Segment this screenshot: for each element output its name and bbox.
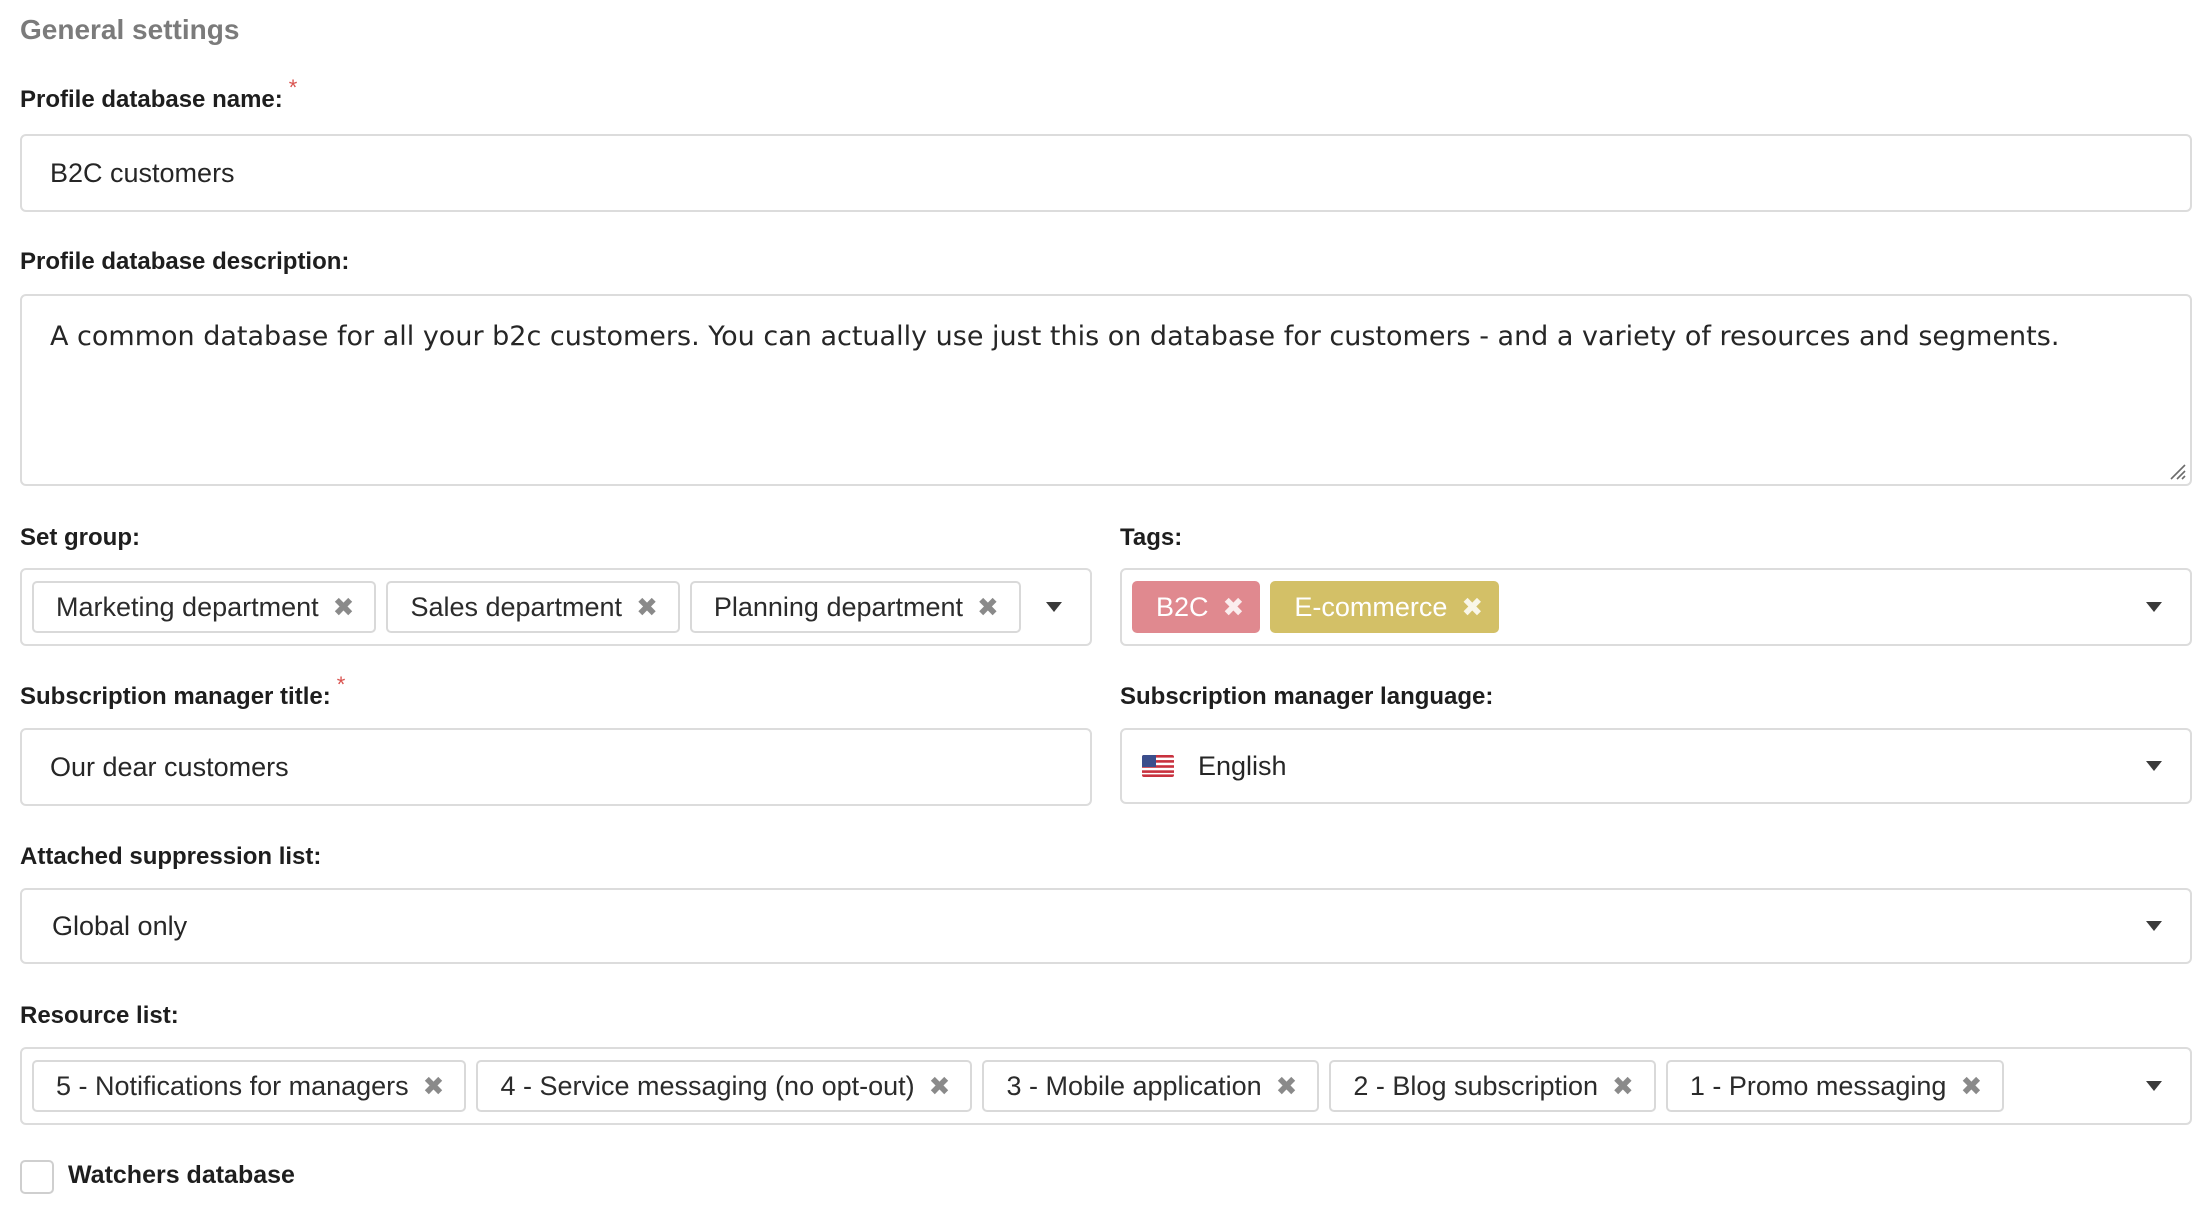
profile-name-value: B2C customers [50, 157, 235, 188]
group-chip: Planning department ✖ [689, 581, 1021, 633]
suppression-select[interactable]: Global only [20, 888, 2192, 964]
group-chip-label: Planning department [713, 591, 964, 622]
subscription-language-value: English [1198, 750, 1287, 781]
watchers-checkbox[interactable] [20, 1160, 54, 1194]
remove-chip-icon[interactable]: ✖ [423, 1071, 445, 1102]
suppression-value: Global only [52, 910, 188, 941]
resource-chip-label: 5 - Notifications for managers [56, 1070, 409, 1101]
resource-chip: 4 - Service messaging (no opt-out) ✖ [476, 1060, 973, 1112]
chevron-down-icon[interactable] [2146, 921, 2162, 931]
resource-chip: 1 - Promo messaging ✖ [1665, 1060, 2005, 1112]
group-chip-label: Sales department [410, 591, 623, 622]
tags-select[interactable]: B2C ✖ E-commerce ✖ [1120, 568, 2192, 646]
tag-chip-b2c: B2C ✖ [1132, 581, 1261, 633]
remove-chip-icon[interactable]: ✖ [333, 592, 355, 623]
profile-description-value: A common database for all your b2c custo… [50, 321, 2060, 352]
resource-chip-label: 3 - Mobile application [1006, 1070, 1262, 1101]
resize-grip-icon[interactable] [2168, 462, 2186, 480]
chevron-down-icon[interactable] [1046, 602, 1062, 612]
remove-chip-icon[interactable]: ✖ [1612, 1071, 1634, 1102]
set-group-label: Set group: [20, 524, 140, 551]
remove-chip-icon[interactable]: ✖ [636, 592, 658, 623]
subscription-language-select[interactable]: English [1120, 728, 2192, 804]
tag-chip-label: B2C [1156, 591, 1209, 622]
remove-chip-icon[interactable]: ✖ [977, 592, 999, 623]
section-title: General settings [20, 14, 240, 45]
tag-chip-ecommerce: E-commerce ✖ [1270, 581, 1500, 633]
profile-name-label-text: Profile database name: [20, 86, 283, 113]
resource-chip: 5 - Notifications for managers ✖ [32, 1060, 467, 1112]
watchers-label[interactable]: Watchers database [68, 1161, 295, 1190]
remove-chip-icon[interactable]: ✖ [1960, 1071, 1982, 1102]
remove-tag-icon[interactable]: ✖ [1223, 592, 1245, 623]
resource-chip: 2 - Blog subscription ✖ [1329, 1060, 1656, 1112]
resource-chip-label: 2 - Blog subscription [1353, 1070, 1599, 1101]
subscription-title-input[interactable]: Our dear customers [20, 728, 1092, 806]
remove-chip-icon[interactable]: ✖ [1276, 1071, 1298, 1102]
set-group-select[interactable]: Marketing department ✖ Sales department … [20, 568, 1092, 646]
profile-name-input[interactable]: B2C customers [20, 134, 2192, 212]
remove-tag-icon[interactable]: ✖ [1461, 592, 1483, 623]
subscription-title-value: Our dear customers [50, 751, 289, 782]
resource-list-label: Resource list: [20, 1002, 179, 1029]
chevron-down-icon[interactable] [2146, 1081, 2162, 1091]
profile-name-label: Profile database name: * [20, 75, 297, 114]
suppression-label: Attached suppression list: [20, 843, 322, 870]
group-chip-label: Marketing department [56, 591, 319, 622]
resource-chip-label: 1 - Promo messaging [1689, 1070, 1947, 1101]
profile-description-label: Profile database description: [20, 248, 350, 275]
subscription-title-label-text: Subscription manager title: [20, 683, 331, 710]
required-mark: * [336, 672, 346, 697]
tags-label: Tags: [1120, 524, 1183, 551]
subscription-language-label: Subscription manager language: [1120, 683, 1494, 710]
remove-chip-icon[interactable]: ✖ [929, 1071, 951, 1102]
us-flag-icon [1142, 755, 1174, 777]
required-mark: * [288, 75, 298, 100]
tag-chip-label: E-commerce [1294, 591, 1448, 622]
group-chip: Marketing department ✖ [32, 581, 377, 633]
chevron-down-icon[interactable] [2146, 602, 2162, 612]
resource-chip-label: 4 - Service messaging (no opt-out) [500, 1070, 915, 1101]
resource-chip: 3 - Mobile application ✖ [982, 1060, 1320, 1112]
subscription-title-label: Subscription manager title: * [20, 672, 345, 711]
group-chip: Sales department ✖ [386, 581, 680, 633]
profile-description-textarea[interactable]: A common database for all your b2c custo… [20, 294, 2192, 486]
resource-list-select[interactable]: 5 - Notifications for managers ✖ 4 - Ser… [20, 1047, 2192, 1125]
chevron-down-icon[interactable] [2146, 761, 2162, 771]
